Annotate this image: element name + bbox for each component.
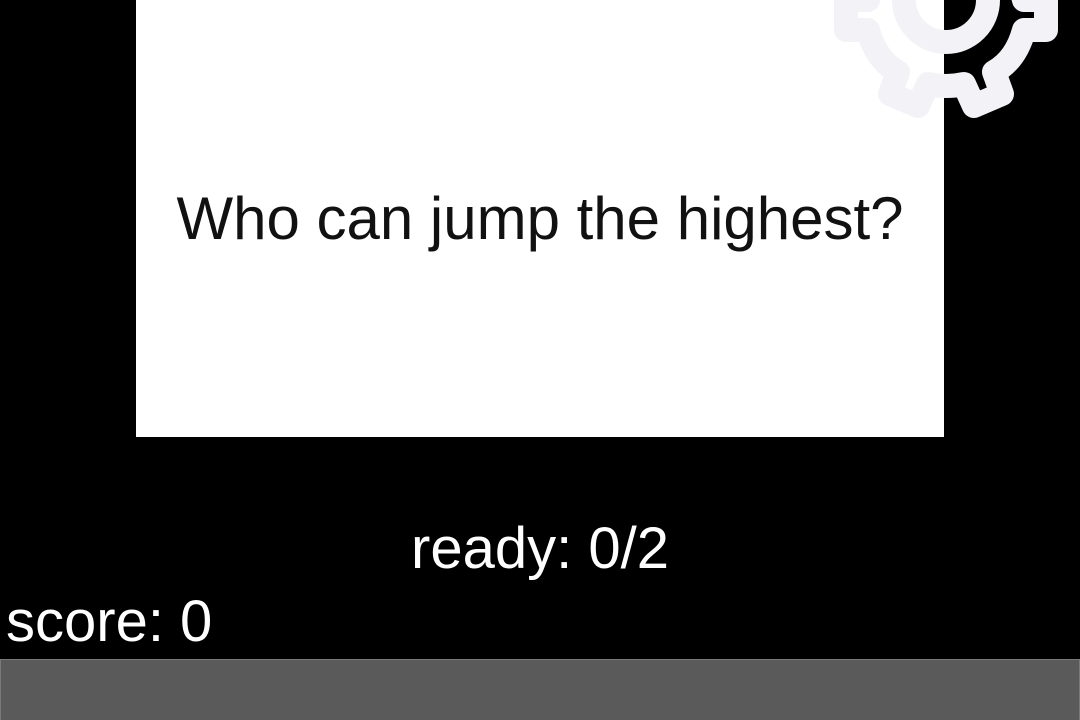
bottom-bar[interactable] [0, 659, 1080, 720]
ready-status: ready: 0/2 [411, 516, 669, 581]
question-text: Who can jump the highest? [176, 185, 904, 252]
game-screen: Who can jump the highest? ready: 0/2 sco… [0, 0, 1080, 720]
gear-icon[interactable] [806, 0, 1080, 140]
score-label: score: 0 [6, 589, 213, 654]
